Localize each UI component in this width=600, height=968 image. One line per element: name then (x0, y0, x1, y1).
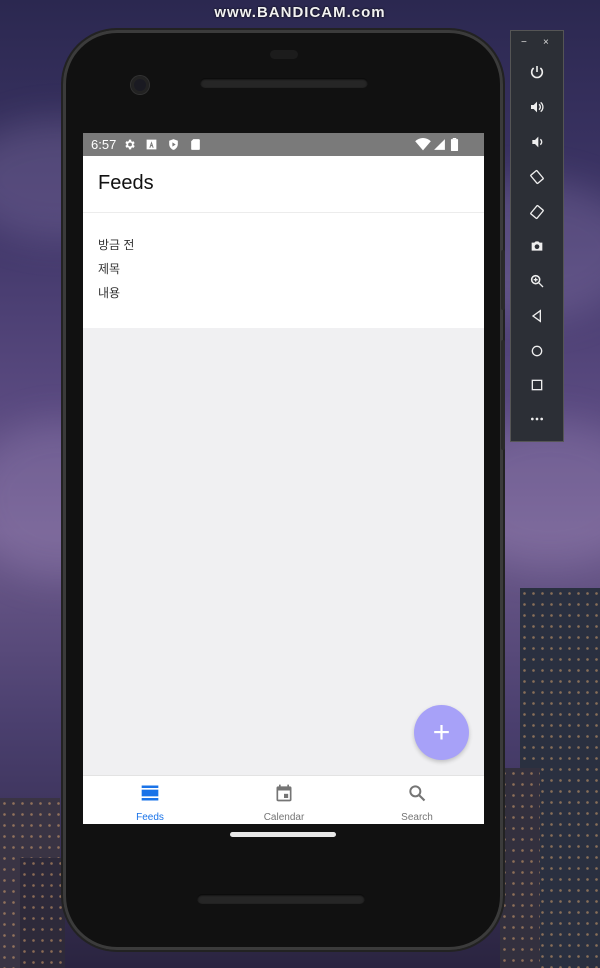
calendar-icon (276, 784, 292, 802)
front-camera (131, 76, 149, 94)
accessibility-a-icon (145, 138, 158, 151)
close-button[interactable]: × (543, 37, 549, 48)
battery-icon (449, 138, 459, 151)
emulator-control-panel: − × (510, 30, 564, 442)
volume-down-icon[interactable] (525, 134, 549, 158)
bottom-speaker (197, 894, 365, 904)
tab-calendar[interactable]: Calendar (217, 776, 351, 824)
tab-calendar-label: Calendar (263, 812, 305, 823)
earpiece-speaker (200, 78, 368, 88)
feed-item-content: 내용 (98, 286, 121, 300)
sd-card-icon (189, 138, 202, 151)
rotate-right-icon[interactable] (525, 204, 549, 228)
back-icon[interactable] (525, 308, 549, 332)
feed-item[interactable]: 방금 전 제목 내용 (83, 213, 484, 328)
minimize-button[interactable]: − (521, 37, 527, 48)
home-icon[interactable] (525, 343, 549, 367)
power-side-button (501, 250, 505, 310)
add-feed-button[interactable]: + (414, 705, 469, 760)
app-header: Feeds (83, 156, 484, 213)
gesture-nav-bar[interactable] (230, 832, 336, 837)
rotate-left-icon[interactable] (525, 169, 549, 193)
tab-search[interactable]: Search (350, 776, 484, 824)
zoom-icon[interactable] (525, 273, 549, 297)
proximity-sensor (270, 50, 298, 59)
watermark: www.BANDICAM.com (214, 4, 386, 21)
bottom-tab-bar: Feeds Calendar Search (83, 775, 484, 824)
settings-icon (123, 138, 136, 151)
tab-search-label: Search (401, 812, 433, 823)
view-day-icon (141, 785, 159, 801)
page-title: Feeds (98, 172, 154, 194)
overview-icon[interactable] (525, 377, 549, 401)
app-screen: 6:57 Feeds 방금 전 제목 내용 + Feeds Calendar S… (83, 133, 484, 824)
power-icon[interactable] (525, 64, 549, 88)
volume-side-button (501, 340, 505, 450)
tab-feeds[interactable]: Feeds (83, 776, 217, 824)
cell-signal-icon (433, 138, 446, 151)
tab-feeds-label: Feeds (136, 812, 164, 823)
search-icon (409, 785, 426, 802)
more-icon[interactable] (525, 411, 549, 435)
camera-icon[interactable] (525, 238, 549, 262)
shield-icon (167, 138, 180, 151)
feed-item-title: 제목 (98, 262, 121, 276)
wifi-icon (415, 138, 431, 151)
status-bar: 6:57 (83, 133, 484, 156)
volume-up-icon[interactable] (525, 99, 549, 123)
status-time: 6:57 (91, 137, 117, 152)
feed-item-time: 방금 전 (98, 238, 135, 252)
emulator-window-controls: − × (511, 37, 563, 51)
